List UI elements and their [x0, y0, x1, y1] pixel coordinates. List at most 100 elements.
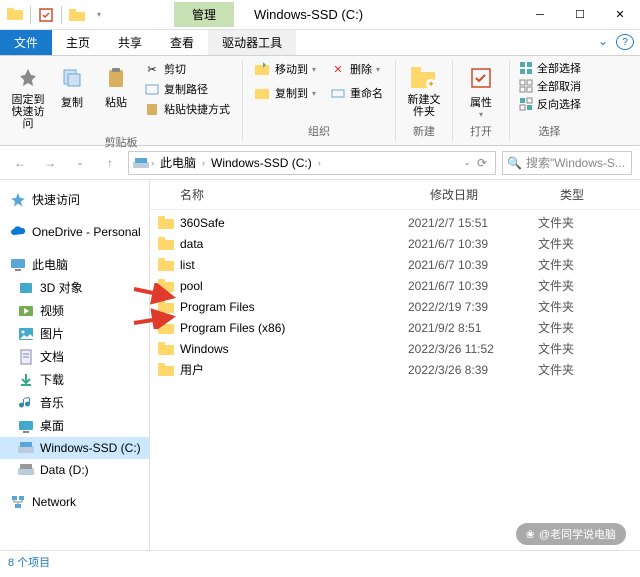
breadcrumb-dropdown-icon[interactable]: ⌄: [463, 157, 471, 168]
sidebar-item[interactable]: 文档: [0, 345, 149, 368]
file-date: 2021/6/7 10:39: [408, 237, 538, 251]
ribbon-collapse-icon[interactable]: ⌄: [590, 30, 616, 55]
file-name: Program Files (x86): [180, 321, 408, 335]
tab-share[interactable]: 共享: [104, 30, 156, 55]
paste-button[interactable]: 粘贴: [96, 60, 136, 114]
file-row[interactable]: data2021/6/7 10:39文件夹: [150, 233, 640, 254]
file-name: Windows: [180, 342, 408, 356]
move-to-button[interactable]: 移动到▾: [251, 60, 320, 78]
delete-icon: ✕: [330, 61, 346, 77]
chevron-right-icon[interactable]: ›: [318, 158, 321, 168]
column-date[interactable]: 修改日期: [430, 186, 560, 203]
new-folder-button[interactable]: ✦ 新建文件夹: [404, 60, 444, 122]
search-icon: 🔍: [507, 156, 522, 170]
file-row[interactable]: list2021/6/7 10:39文件夹: [150, 254, 640, 275]
sidebar-item-label: Windows-SSD (C:): [40, 441, 141, 455]
ribbon-group-clipboard: 固定到快速访问 复制 粘贴 ✂剪切 复制路径 粘贴快捷方式 剪贴板: [0, 60, 243, 141]
column-type[interactable]: 类型: [560, 186, 632, 203]
file-row[interactable]: 用户2022/3/26 8:39文件夹: [150, 359, 640, 380]
nav-recent-dropdown[interactable]: ⌄: [68, 151, 92, 175]
sidebar-item[interactable]: 桌面: [0, 414, 149, 437]
nav-back-button[interactable]: ←: [8, 151, 32, 175]
tab-home[interactable]: 主页: [52, 30, 104, 55]
breadcrumb-this-pc[interactable]: 此电脑: [156, 154, 200, 171]
ribbon: 固定到快速访问 复制 粘贴 ✂剪切 复制路径 粘贴快捷方式 剪贴板 移动到▾: [0, 56, 640, 146]
star-icon: [10, 192, 26, 208]
sidebar-item-label: Data (D:): [40, 463, 89, 477]
file-date: 2021/6/7 10:39: [408, 279, 538, 293]
sidebar-item-icon: [18, 326, 34, 342]
file-row[interactable]: 360Safe2021/2/7 15:51文件夹: [150, 212, 640, 233]
cut-button[interactable]: ✂剪切: [140, 60, 234, 78]
sidebar-network[interactable]: Network: [0, 491, 149, 513]
paste-icon: [102, 64, 130, 92]
sidebar-this-pc[interactable]: 此电脑: [0, 253, 149, 276]
file-date: 2021/9/2 8:51: [408, 321, 538, 335]
nav-up-button[interactable]: ↑: [98, 151, 122, 175]
sidebar-item[interactable]: 图片: [0, 322, 149, 345]
nav-forward-button[interactable]: →: [38, 151, 62, 175]
breadcrumb-drive[interactable]: Windows-SSD (C:): [207, 156, 316, 170]
column-name[interactable]: 名称: [180, 186, 430, 203]
file-type: 文件夹: [538, 319, 632, 336]
folder-icon: [158, 300, 174, 314]
sidebar-item[interactable]: 3D 对象: [0, 276, 149, 299]
sidebar-item[interactable]: 音乐: [0, 391, 149, 414]
help-icon[interactable]: ?: [616, 34, 634, 50]
copy-icon: [58, 64, 86, 92]
sidebar-item[interactable]: 视频: [0, 299, 149, 322]
folder-icon: [158, 237, 174, 251]
copy-to-icon: [255, 85, 271, 101]
properties-icon: [467, 64, 495, 92]
minimize-button[interactable]: ─: [520, 0, 560, 30]
copy-to-button[interactable]: 复制到▾: [251, 84, 320, 102]
close-button[interactable]: ✕: [600, 0, 640, 30]
tab-file[interactable]: 文件: [0, 30, 52, 55]
qat-properties-icon[interactable]: [37, 6, 55, 24]
tab-drive-tools[interactable]: 驱动器工具: [208, 30, 296, 55]
folder-icon: [158, 342, 174, 356]
ribbon-group-select: 全部选择 全部取消 反向选择 选择: [510, 60, 589, 141]
select-none-button[interactable]: 全部取消: [518, 78, 581, 94]
watermark-icon: ❀: [526, 528, 535, 541]
file-row[interactable]: Windows2022/3/26 11:52文件夹: [150, 338, 640, 359]
qat-folder-icon[interactable]: [68, 6, 86, 24]
maximize-button[interactable]: ☐: [560, 0, 600, 30]
file-type: 文件夹: [538, 214, 632, 231]
quick-access-toolbar: ▾: [0, 6, 114, 24]
refresh-icon[interactable]: ⟳: [473, 156, 491, 170]
qat-dropdown-icon[interactable]: ▾: [90, 6, 108, 24]
properties-button[interactable]: 属性 ▾: [461, 60, 501, 123]
chevron-right-icon[interactable]: ›: [151, 158, 154, 168]
file-type: 文件夹: [538, 340, 632, 357]
paste-shortcut-button[interactable]: 粘贴快捷方式: [140, 100, 234, 118]
content-area: 快速访问 OneDrive - Personal 此电脑 3D 对象视频图片文档…: [0, 180, 640, 550]
ribbon-tabs: 文件 主页 共享 查看 驱动器工具 ⌄ ?: [0, 30, 640, 56]
select-all-button[interactable]: 全部选择: [518, 60, 581, 76]
file-row[interactable]: pool2021/6/7 10:39文件夹: [150, 275, 640, 296]
select-none-icon: [518, 78, 534, 94]
sidebar-item[interactable]: Windows-SSD (C:): [0, 437, 149, 459]
sidebar-onedrive[interactable]: OneDrive - Personal: [0, 221, 149, 243]
copy-path-button[interactable]: 复制路径: [140, 80, 234, 98]
sidebar-item-icon: [18, 395, 34, 411]
breadcrumb[interactable]: › 此电脑 › Windows-SSD (C:) › ⌄ ⟳: [128, 151, 496, 175]
move-to-icon: [255, 61, 271, 77]
sidebar-quick-access[interactable]: 快速访问: [0, 188, 149, 211]
sidebar-item[interactable]: Data (D:): [0, 459, 149, 481]
invert-icon: [518, 96, 534, 112]
invert-selection-button[interactable]: 反向选择: [518, 96, 581, 112]
network-icon: [10, 494, 26, 510]
rename-button[interactable]: 重命名: [326, 84, 387, 102]
pin-to-quick-access-button[interactable]: 固定到快速访问: [8, 60, 48, 134]
tab-view[interactable]: 查看: [156, 30, 208, 55]
sidebar-item[interactable]: 下载: [0, 368, 149, 391]
search-input[interactable]: 🔍 搜索"Windows-S...: [502, 151, 632, 175]
delete-button[interactable]: ✕删除▾: [326, 60, 384, 78]
folder-icon: [158, 258, 174, 272]
copy-button[interactable]: 复制: [52, 60, 92, 114]
file-row[interactable]: Program Files (x86)2021/9/2 8:51文件夹: [150, 317, 640, 338]
chevron-right-icon[interactable]: ›: [202, 158, 205, 168]
file-row[interactable]: Program Files2022/2/19 7:39文件夹: [150, 296, 640, 317]
file-name: pool: [180, 279, 408, 293]
